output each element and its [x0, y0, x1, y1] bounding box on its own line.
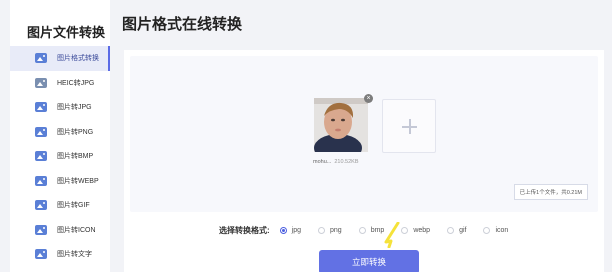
uploaded-image-thumbnail — [314, 98, 368, 152]
sidebar-item-image-to-icon[interactable]: 图片转ICON — [10, 218, 110, 243]
file-info: mohu... 210.52KB — [313, 159, 359, 165]
sidebar-item-image-to-bmp[interactable]: 图片转BMP — [10, 144, 110, 169]
format-option-label: jpg — [291, 227, 302, 234]
format-selector: 选择转换格式: jpg png bmp webp gif icon — [219, 225, 525, 236]
radio-button[interactable] — [447, 227, 455, 234]
format-label: 选择转换格式: — [219, 226, 270, 235]
image-icon — [35, 224, 47, 235]
sidebar-title: 图片文件转换 — [27, 25, 106, 40]
upload-area[interactable]: × mohu... 210.52KB 已上传1个文件，共0.21M — [130, 56, 598, 212]
format-option-label: png — [330, 227, 342, 234]
photo-thumbnail-image — [314, 98, 368, 152]
add-file-button[interactable] — [382, 99, 436, 153]
convert-now-button[interactable]: 立即转换 — [319, 250, 419, 272]
sidebar-item-label: 图片转PNG — [57, 128, 94, 136]
radio-button[interactable] — [318, 227, 326, 234]
format-option-label: gif — [459, 227, 467, 234]
file-name: mohu... — [313, 159, 332, 165]
image-icon — [35, 126, 47, 137]
sidebar-item-label: 图片转文字 — [57, 251, 92, 259]
image-icon — [35, 151, 47, 162]
format-option-jpg[interactable]: jpg — [279, 227, 302, 234]
sidebar-item-image-to-jpg[interactable]: 图片转JPG — [10, 95, 110, 120]
sidebar-item-image-format-convert[interactable]: 图片格式转换 — [10, 46, 110, 71]
sidebar-item-label: 图片转ICON — [57, 226, 96, 234]
format-option-gif[interactable]: gif — [447, 227, 466, 234]
sidebar-item-label: 图片格式转换 — [57, 55, 99, 63]
upload-summary: 已上传1个文件，共0.21M — [513, 184, 588, 200]
format-option-label: icon — [495, 227, 509, 234]
format-option-webp[interactable]: webp — [401, 227, 430, 234]
radio-button[interactable] — [483, 227, 491, 234]
image-icon — [35, 102, 47, 113]
plus-icon-vertical — [409, 119, 411, 134]
heic-file-icon — [35, 77, 47, 88]
cursor-pointer-icon — [384, 222, 400, 248]
sidebar-item-image-to-text[interactable]: 图片转文字 — [10, 242, 110, 267]
sidebar-item-label: 图片转JPG — [57, 104, 92, 112]
radio-button[interactable] — [401, 227, 409, 234]
sidebar-item-heic-to-jpg[interactable]: HEIC转JPG — [10, 71, 110, 96]
radio-button[interactable] — [358, 227, 366, 234]
page-title: 图片格式在线转换 — [122, 16, 243, 33]
file-size: 210.52KB — [334, 159, 359, 165]
sidebar-item-image-to-png[interactable]: 图片转PNG — [10, 120, 110, 145]
sidebar-item-image-to-gif[interactable]: 图片转GIF — [10, 193, 110, 218]
image-icon — [35, 200, 47, 211]
format-option-icon[interactable]: icon — [483, 227, 508, 234]
image-icon — [35, 53, 47, 64]
sidebar-nav: 图片格式转换 HEIC转JPG 图片转JPG 图片转PNG 图片转BMP 图片转… — [10, 46, 110, 267]
sidebar-item-image-to-webp[interactable]: 图片转WEBP — [10, 169, 110, 194]
converter-panel: × mohu... 210.52KB 已上传1个文件，共0.21M 选择转换格式:… — [124, 50, 604, 272]
sidebar-item-label: 图片转WEBP — [57, 177, 99, 185]
sidebar-item-label: HEIC转JPG — [57, 79, 95, 87]
sidebar: 图片文件转换 图片格式转换 HEIC转JPG 图片转JPG 图片转PNG 图片转… — [10, 0, 110, 272]
image-icon — [35, 175, 47, 186]
radio-button[interactable] — [279, 227, 287, 234]
format-option-label: webp — [413, 227, 431, 234]
image-icon — [35, 249, 47, 260]
remove-file-button[interactable]: × — [364, 94, 373, 103]
sidebar-item-label: 图片转GIF — [57, 202, 90, 210]
format-option-png[interactable]: png — [318, 227, 342, 234]
sidebar-item-label: 图片转BMP — [57, 153, 94, 161]
